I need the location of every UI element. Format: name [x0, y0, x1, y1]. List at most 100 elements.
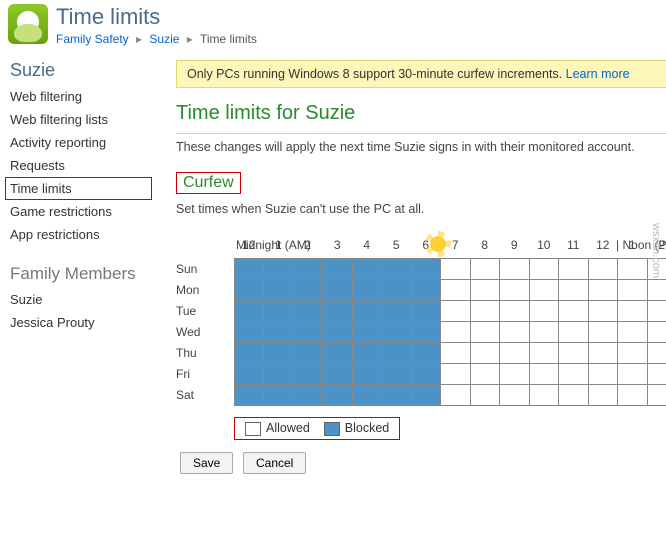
sidebar-item-requests[interactable]: Requests: [10, 154, 160, 177]
schedule-cell[interactable]: [352, 363, 383, 385]
sidebar-item-app-restrictions[interactable]: App restrictions: [10, 223, 160, 246]
schedule-cell[interactable]: [647, 363, 666, 385]
schedule-cell[interactable]: [558, 342, 589, 364]
schedule-cell[interactable]: [499, 342, 530, 364]
schedule-cell[interactable]: [263, 342, 294, 364]
schedule-cell[interactable]: [293, 279, 324, 301]
schedule-cell[interactable]: [322, 363, 353, 385]
schedule-cell[interactable]: [322, 258, 353, 280]
schedule-cell[interactable]: [470, 384, 501, 406]
schedule-cell[interactable]: [529, 363, 560, 385]
schedule-cell[interactable]: [293, 363, 324, 385]
schedule-cell[interactable]: [647, 342, 666, 364]
schedule-cell[interactable]: [263, 300, 294, 322]
schedule-cell[interactable]: [588, 258, 619, 280]
schedule-cell[interactable]: [647, 321, 666, 343]
schedule-cell[interactable]: [588, 384, 619, 406]
schedule-cell[interactable]: [234, 321, 265, 343]
schedule-cell[interactable]: [381, 342, 412, 364]
schedule-cell[interactable]: [293, 300, 324, 322]
schedule-cell[interactable]: [352, 258, 383, 280]
schedule-cell[interactable]: [263, 384, 294, 406]
schedule-cell[interactable]: [381, 279, 412, 301]
schedule-cell[interactable]: [322, 300, 353, 322]
schedule-cell[interactable]: [263, 321, 294, 343]
schedule-cell[interactable]: [293, 321, 324, 343]
schedule-cell[interactable]: [440, 384, 471, 406]
schedule-cell[interactable]: [558, 384, 589, 406]
schedule-cell[interactable]: [470, 363, 501, 385]
schedule-cell[interactable]: [381, 258, 412, 280]
schedule-cell[interactable]: [440, 300, 471, 322]
schedule-cell[interactable]: [381, 321, 412, 343]
schedule-cell[interactable]: [381, 384, 412, 406]
schedule-cell[interactable]: [322, 279, 353, 301]
schedule-cell[interactable]: [617, 384, 648, 406]
schedule-cell[interactable]: [411, 384, 442, 406]
schedule-cell[interactable]: [263, 363, 294, 385]
schedule-cell[interactable]: [558, 321, 589, 343]
sidebar-item-game-restrictions[interactable]: Game restrictions: [10, 200, 160, 223]
family-member-jessica-prouty[interactable]: Jessica Prouty: [10, 311, 160, 334]
schedule-cell[interactable]: [322, 384, 353, 406]
save-button[interactable]: Save: [180, 452, 233, 474]
schedule-cell[interactable]: [411, 279, 442, 301]
schedule-cell[interactable]: [499, 384, 530, 406]
schedule-cell[interactable]: [617, 279, 648, 301]
schedule-cell[interactable]: [352, 342, 383, 364]
sidebar-item-web-filtering[interactable]: Web filtering: [10, 85, 160, 108]
schedule-cell[interactable]: [234, 258, 265, 280]
schedule-cell[interactable]: [617, 300, 648, 322]
schedule-cell[interactable]: [499, 363, 530, 385]
schedule-cell[interactable]: [529, 258, 560, 280]
schedule-cell[interactable]: [440, 363, 471, 385]
schedule-cell[interactable]: [558, 258, 589, 280]
schedule-cell[interactable]: [411, 321, 442, 343]
schedule-cell[interactable]: [470, 258, 501, 280]
schedule-cell[interactable]: [440, 321, 471, 343]
notice-learn-more-link[interactable]: Learn more: [566, 67, 630, 81]
schedule-cell[interactable]: [234, 363, 265, 385]
schedule-cell[interactable]: [470, 300, 501, 322]
schedule-cell[interactable]: [588, 363, 619, 385]
schedule-cell[interactable]: [322, 342, 353, 364]
schedule-cell[interactable]: [381, 363, 412, 385]
schedule-cell[interactable]: [263, 258, 294, 280]
schedule-cell[interactable]: [440, 279, 471, 301]
schedule-cell[interactable]: [647, 279, 666, 301]
schedule-cell[interactable]: [470, 279, 501, 301]
schedule-cell[interactable]: [529, 384, 560, 406]
schedule-cell[interactable]: [529, 342, 560, 364]
schedule-cell[interactable]: [617, 321, 648, 343]
schedule-cell[interactable]: [588, 300, 619, 322]
schedule-cell[interactable]: [293, 342, 324, 364]
schedule-cell[interactable]: [588, 279, 619, 301]
schedule-cell[interactable]: [558, 279, 589, 301]
schedule-cell[interactable]: [617, 342, 648, 364]
schedule-cell[interactable]: [293, 384, 324, 406]
sidebar-item-time-limits[interactable]: Time limits: [5, 177, 152, 200]
schedule-cell[interactable]: [234, 342, 265, 364]
schedule-cell[interactable]: [234, 384, 265, 406]
schedule-cell[interactable]: [499, 300, 530, 322]
schedule-cell[interactable]: [588, 321, 619, 343]
schedule-cell[interactable]: [499, 321, 530, 343]
schedule-cell[interactable]: [558, 300, 589, 322]
schedule-cell[interactable]: [558, 363, 589, 385]
family-member-suzie[interactable]: Suzie: [10, 288, 160, 311]
schedule-cell[interactable]: [352, 321, 383, 343]
schedule-cell[interactable]: [588, 342, 619, 364]
schedule-cell[interactable]: [352, 384, 383, 406]
schedule-cell[interactable]: [617, 363, 648, 385]
schedule-cell[interactable]: [470, 321, 501, 343]
schedule-cell[interactable]: [293, 258, 324, 280]
schedule-cell[interactable]: [529, 300, 560, 322]
schedule-cell[interactable]: [617, 258, 648, 280]
schedule-cell[interactable]: [470, 342, 501, 364]
sidebar-item-web-filtering-lists[interactable]: Web filtering lists: [10, 108, 160, 131]
breadcrumb-user[interactable]: Suzie: [149, 32, 179, 46]
schedule-cell[interactable]: [263, 279, 294, 301]
schedule-cell[interactable]: [499, 258, 530, 280]
schedule-cell[interactable]: [440, 342, 471, 364]
breadcrumb-root[interactable]: Family Safety: [56, 32, 129, 46]
